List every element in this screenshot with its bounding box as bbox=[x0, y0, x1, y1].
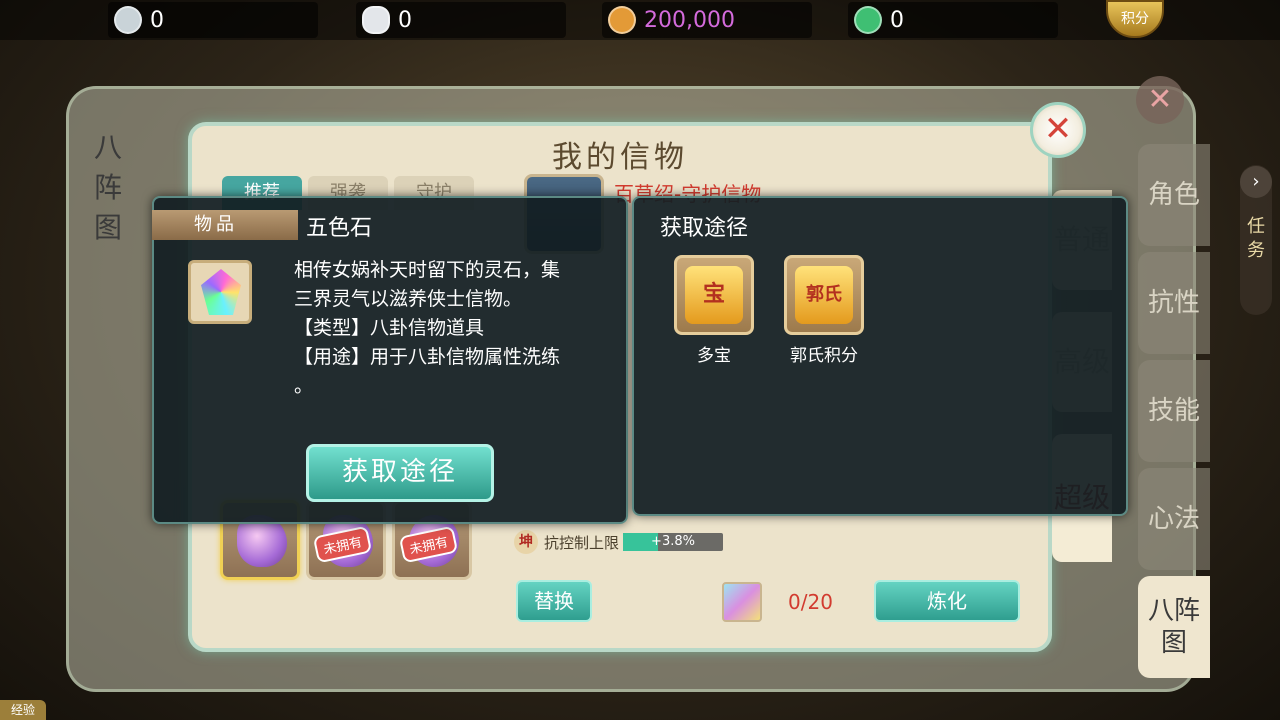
score-badge[interactable]: 积分 bbox=[1106, 0, 1164, 38]
desc-line: 【用途】用于八卦信物属性洗练 bbox=[294, 346, 561, 368]
source-title: 获取途径 bbox=[660, 216, 749, 241]
get-source-button[interactable]: 获取途径 bbox=[306, 444, 494, 502]
item-description: 相传女娲补天时留下的灵石，集 三界灵气以滋养侠士信物。 【类型】八卦信物道具 【… bbox=[294, 256, 610, 401]
chevron-right-icon[interactable]: › bbox=[1240, 166, 1272, 198]
side-tab-role[interactable]: 角色 bbox=[1138, 144, 1210, 246]
refine-button[interactable]: 炼化 bbox=[874, 580, 1020, 622]
treasure-gate-icon: 宝 bbox=[674, 255, 754, 335]
currency-jade[interactable]: 0 bbox=[848, 2, 1058, 38]
side-tab-bazhentu[interactable]: 八阵图 bbox=[1138, 576, 1210, 678]
replace-button[interactable]: 替换 bbox=[516, 580, 592, 622]
side-tab-skill[interactable]: 技能 bbox=[1138, 360, 1210, 462]
side-tabs: 角色 抗性 技能 心法 八阵图 bbox=[1138, 144, 1210, 684]
source-label: 郭氏积分 bbox=[790, 346, 858, 366]
silver-ingot-icon bbox=[362, 6, 390, 34]
currency-value: 0 bbox=[150, 7, 164, 33]
source-duobao[interactable]: 宝 多宝 bbox=[674, 255, 754, 366]
desc-line: 。 bbox=[294, 375, 314, 397]
currency-copper-coin[interactable]: 200,000 bbox=[602, 2, 812, 38]
close-icon[interactable]: ✕ bbox=[1030, 102, 1086, 158]
exp-button[interactable]: 经验 bbox=[0, 700, 46, 720]
page-title: 我的信物 bbox=[552, 140, 688, 175]
currency-value: 0 bbox=[398, 7, 412, 33]
five-color-stone-icon bbox=[188, 260, 252, 324]
desc-line: 【类型】八卦信物道具 bbox=[294, 317, 485, 339]
jade-add-icon bbox=[854, 6, 882, 34]
side-tab-resist[interactable]: 抗性 bbox=[1138, 252, 1210, 354]
guo-merchant-icon: 郭氏 bbox=[784, 255, 864, 335]
currency-value: 0 bbox=[890, 7, 904, 33]
outer-close-icon[interactable]: ✕ bbox=[1136, 76, 1184, 124]
stat-bar-text: +3.8% bbox=[651, 534, 695, 549]
source-label: 多宝 bbox=[697, 346, 731, 366]
material-count: 0/20 bbox=[788, 590, 833, 614]
material-icon bbox=[722, 582, 762, 622]
side-tab-mind[interactable]: 心法 bbox=[1138, 468, 1210, 570]
left-vertical-title: 八阵图 bbox=[93, 131, 122, 244]
currency-bar: 0 0 200,000 0 积分 bbox=[0, 0, 1280, 40]
desc-line: 三界灵气以滋养侠士信物。 bbox=[294, 288, 523, 310]
item-category-tag: 物品 bbox=[152, 210, 298, 240]
crystal-icon bbox=[201, 269, 241, 315]
source-guo-points[interactable]: 郭氏 郭氏积分 bbox=[784, 255, 864, 366]
stat-label: 抗控制上限 bbox=[544, 533, 620, 552]
stat-tag: 坤 bbox=[514, 530, 538, 554]
currency-value: 200,000 bbox=[644, 7, 735, 33]
stat-row: 坤 抗控制上限 +3.8% bbox=[514, 530, 724, 554]
desc-line: 相传女娲补天时留下的灵石，集 bbox=[294, 259, 561, 281]
item-title: 五色石 bbox=[306, 216, 373, 241]
copper-coin-icon bbox=[608, 6, 636, 34]
stat-bar: +3.8% bbox=[623, 533, 724, 551]
source-glyph: 宝 bbox=[685, 266, 743, 324]
currency-silver-coin[interactable]: 0 bbox=[108, 2, 318, 38]
silver-coin-icon bbox=[114, 6, 142, 34]
source-glyph: 郭氏 bbox=[795, 266, 853, 324]
currency-silver-ingot[interactable]: 0 bbox=[356, 2, 566, 38]
